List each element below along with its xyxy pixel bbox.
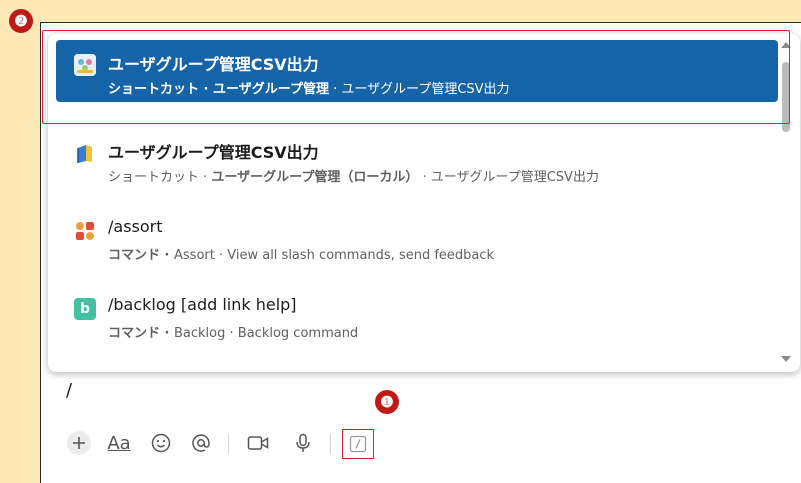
toolbar-divider bbox=[228, 434, 229, 454]
item-title: /backlog [add link help] bbox=[108, 295, 297, 314]
add-button[interactable] bbox=[64, 428, 94, 458]
message-input[interactable]: / bbox=[66, 380, 72, 401]
command-item-backlog[interactable]: b /backlog [add link help] コマンド · Backlo… bbox=[56, 284, 778, 346]
item-subtitle: コマンド · Assort · View all slash commands,… bbox=[108, 248, 495, 263]
audio-clip-button[interactable] bbox=[290, 428, 316, 458]
shortcut-item-usergroup-csv-local[interactable]: ユーザグループ管理CSV出力 ショートカット · ユーザーグループ管理（ローカル… bbox=[56, 128, 778, 190]
slash-command-icon bbox=[349, 435, 367, 453]
backlog-app-icon: b bbox=[74, 298, 96, 320]
video-camera-icon bbox=[247, 436, 269, 450]
video-clip-button[interactable] bbox=[244, 428, 272, 458]
highlight-box-selected-item bbox=[42, 30, 790, 124]
at-sign-icon bbox=[192, 434, 210, 452]
emoji-icon bbox=[151, 433, 171, 453]
book-icon bbox=[74, 142, 96, 164]
callout-1: ❶ bbox=[375, 390, 399, 414]
emoji-button[interactable] bbox=[148, 428, 174, 458]
item-subtitle: コマンド · Backlog · Backlog command bbox=[108, 326, 359, 341]
slash-command-button[interactable] bbox=[342, 429, 374, 459]
formatting-button[interactable]: Aa bbox=[104, 428, 134, 458]
plus-icon bbox=[67, 431, 91, 455]
command-item-assort[interactable]: /assort コマンド · Assort · View all slash c… bbox=[56, 206, 778, 268]
item-title: ユーザグループ管理CSV出力 bbox=[108, 143, 319, 162]
item-subtitle: ショートカット · ユーザーグループ管理（ローカル） · ユーザグループ管理CS… bbox=[108, 170, 599, 185]
mention-button[interactable] bbox=[188, 428, 214, 458]
item-title: /assort bbox=[108, 217, 163, 236]
composer-toolbar: Aa bbox=[64, 428, 424, 459]
callout-2: ❷ bbox=[9, 9, 33, 33]
assort-app-icon bbox=[74, 220, 96, 242]
microphone-icon bbox=[296, 433, 310, 452]
scroll-down-arrow-icon[interactable] bbox=[781, 356, 791, 362]
toolbar-divider bbox=[330, 434, 331, 454]
